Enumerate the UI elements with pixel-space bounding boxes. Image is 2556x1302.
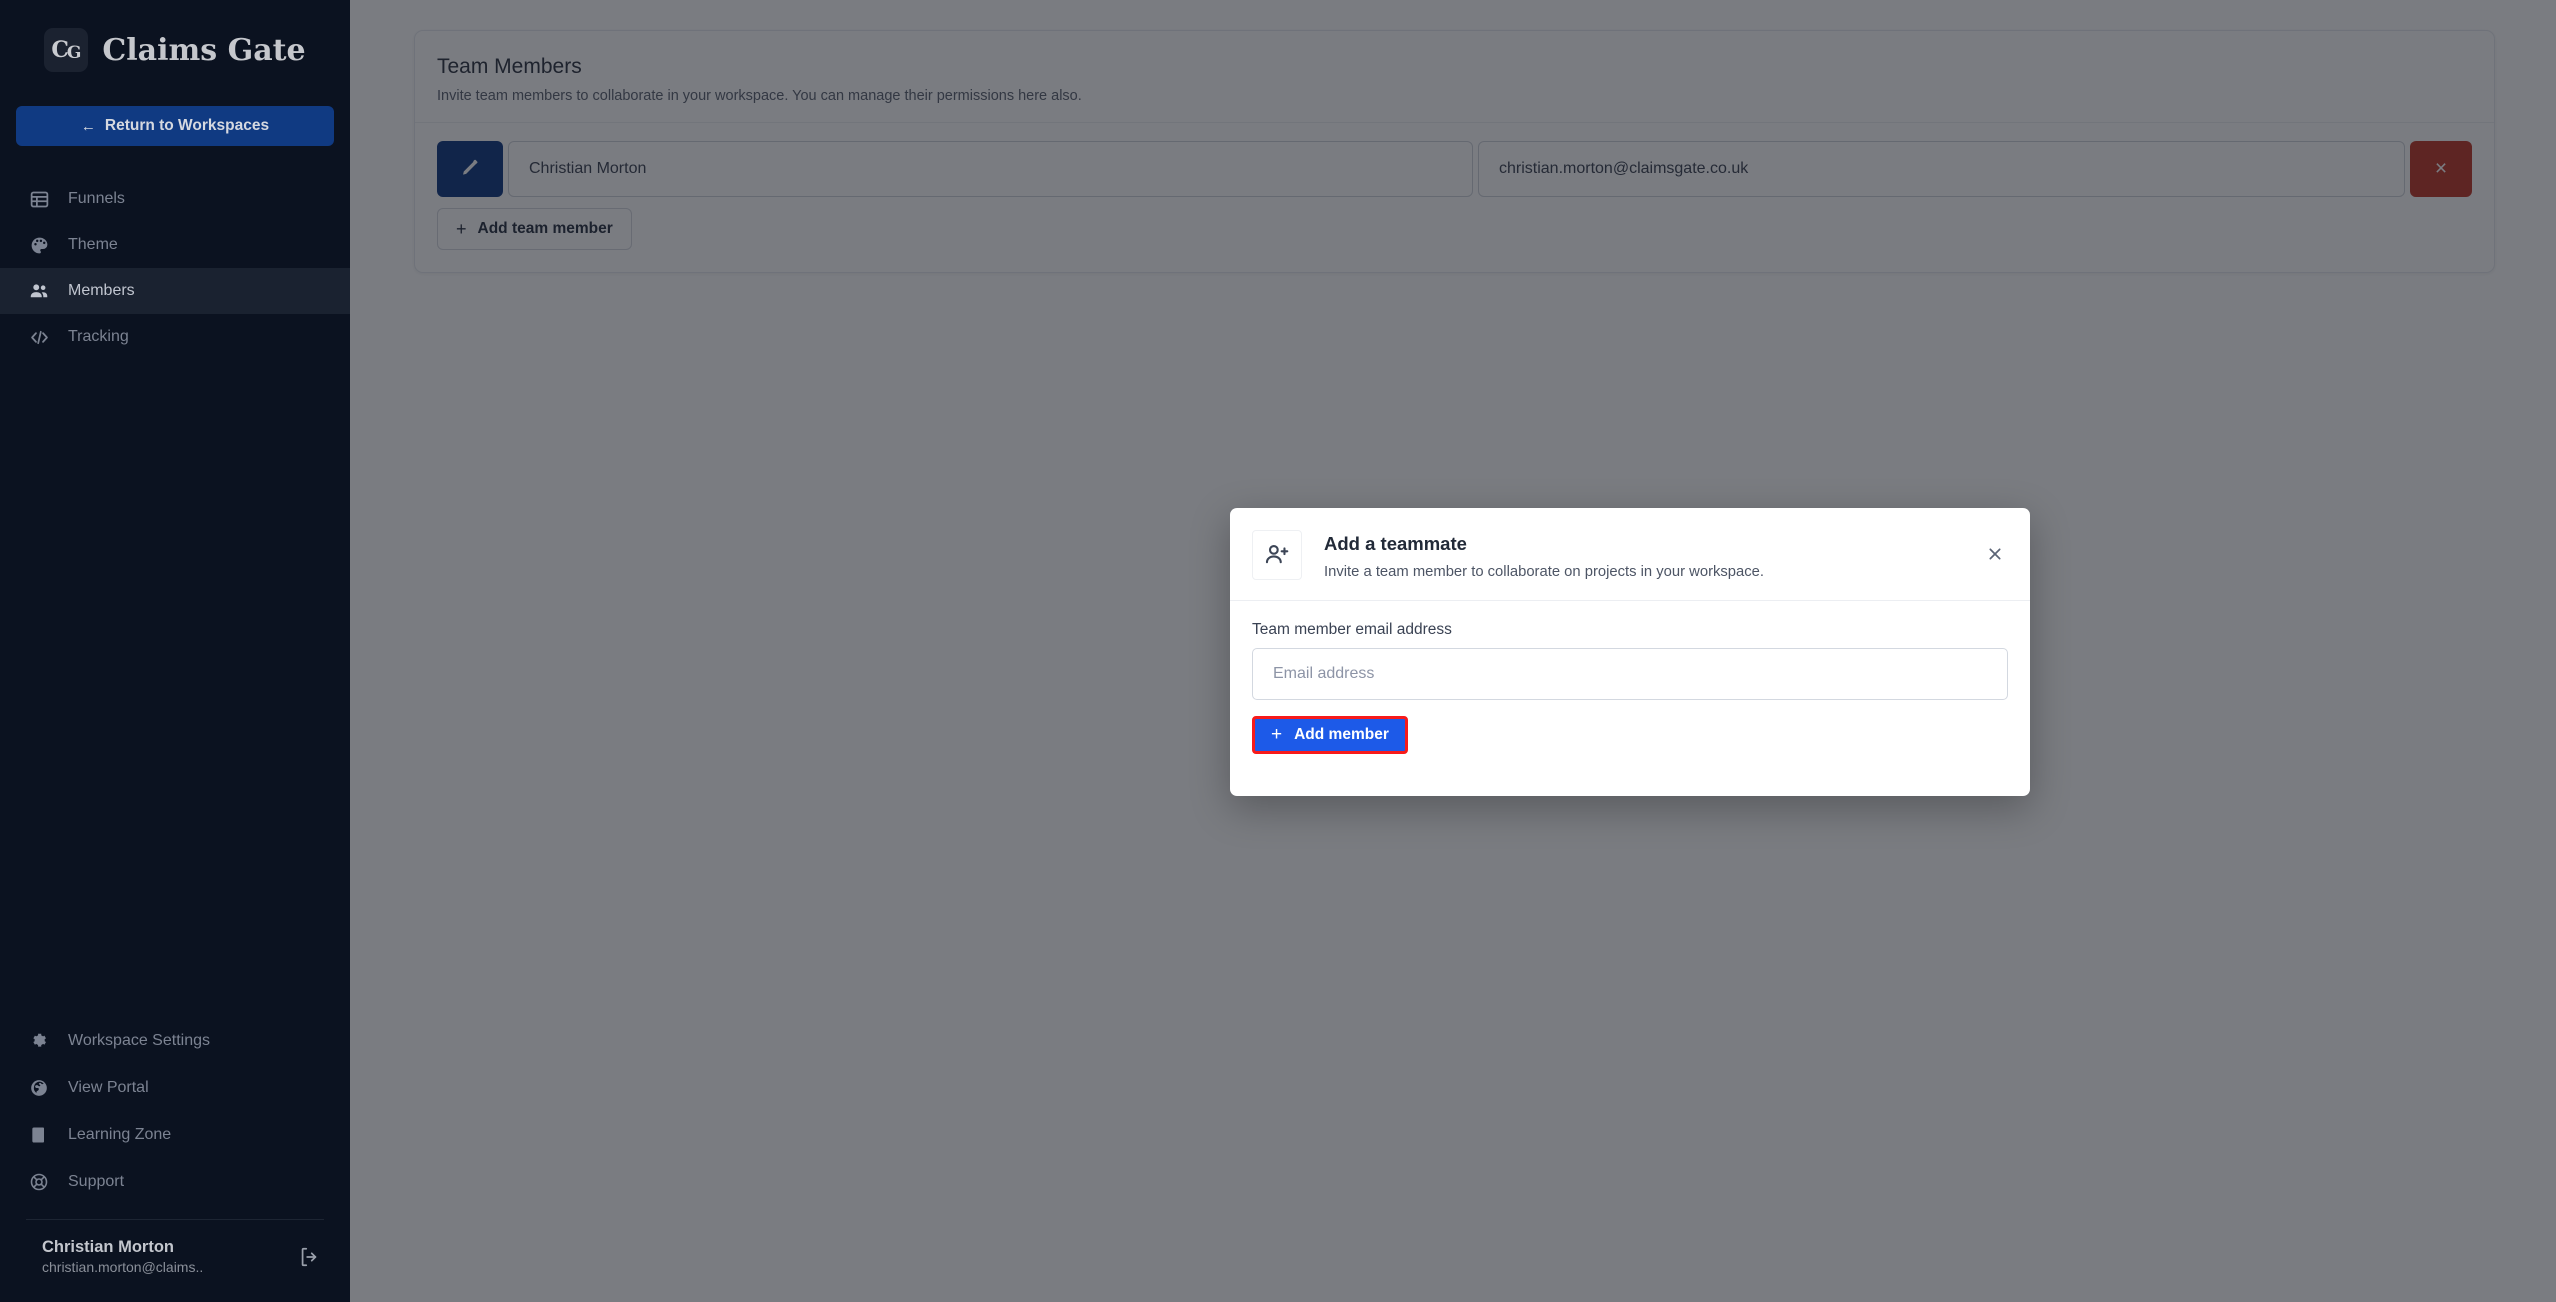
add-member-button[interactable]: + Add member — [1252, 716, 1408, 755]
return-to-workspaces-button[interactable]: ← Return to Workspaces — [16, 106, 334, 146]
secondary-nav: Workspace Settings View Portal Learning … — [0, 1017, 350, 1302]
email-field[interactable] — [1252, 648, 2008, 701]
email-field-label: Team member email address — [1252, 621, 1452, 639]
gear-icon — [28, 1030, 50, 1052]
modal-header: Add a teammate Invite a team member to c… — [1230, 508, 2030, 602]
sidebar-item-members[interactable]: Members — [0, 268, 350, 314]
sidebar-item-label: Tracking — [68, 328, 129, 345]
brand: CG Claims Gate — [0, 0, 350, 78]
modal-title: Add a teammate — [1324, 533, 1467, 554]
sidebar-item-label: Members — [68, 282, 135, 299]
logo-letter-primary: C — [51, 37, 68, 63]
sidebar-item-tracking[interactable]: Tracking — [0, 314, 350, 360]
arrow-left-icon: ← — [80, 117, 96, 135]
primary-nav: Funnels Theme Members Tracking — [0, 176, 350, 360]
table-icon — [28, 188, 50, 210]
book-icon — [28, 1124, 50, 1146]
logo-letter-secondary: G — [66, 43, 81, 63]
modal-description: Invite a team member to collaborate on p… — [1324, 564, 1765, 581]
sidebar-item-label: View Portal — [68, 1078, 149, 1096]
lifebuoy-icon — [28, 1171, 50, 1193]
sidebar-item-workspace-settings[interactable]: Workspace Settings — [0, 1017, 350, 1064]
people-icon — [28, 280, 50, 302]
sidebar-item-theme[interactable]: Theme — [0, 222, 350, 268]
user-email: christian.morton@claims.. — [42, 1259, 204, 1276]
code-icon — [28, 326, 50, 348]
user-info: Christian Morton christian.morton@claims… — [42, 1236, 203, 1278]
user-name: Christian Morton — [42, 1238, 174, 1257]
add-member-label: Add member — [1294, 726, 1389, 744]
sidebar-user-section: Christian Morton christian.morton@claims… — [0, 1220, 350, 1302]
main-content: Team Members Invite team members to coll… — [350, 0, 2556, 1302]
sidebar-item-label: Theme — [68, 236, 118, 253]
logo-icon: CG — [44, 28, 89, 72]
modal-actions: + Add member — [1230, 700, 2030, 774]
sidebar-item-label: Support — [68, 1172, 125, 1190]
palette-icon — [28, 234, 50, 256]
modal-body: Team member email address — [1230, 601, 2030, 701]
sidebar-item-funnels[interactable]: Funnels — [0, 176, 350, 222]
return-to-workspaces-label: Return to Workspaces — [104, 117, 270, 134]
sidebar-item-support[interactable]: Support — [0, 1158, 350, 1205]
close-icon[interactable] — [1982, 541, 2008, 567]
add-teammate-modal: Add a teammate Invite a team member to c… — [1230, 508, 2030, 796]
plus-icon: + — [1271, 724, 1283, 746]
sidebar-item-label: Learning Zone — [68, 1125, 172, 1143]
app-root: CG Claims Gate ← Return to Workspaces Fu… — [0, 0, 2556, 1302]
user-plus-icon — [1252, 530, 1302, 580]
logout-icon[interactable] — [298, 1246, 320, 1268]
brand-name: Claims Gate — [102, 32, 306, 68]
sidebar-item-view-portal[interactable]: View Portal — [0, 1064, 350, 1111]
sidebar: CG Claims Gate ← Return to Workspaces Fu… — [0, 0, 350, 1302]
globe-icon — [28, 1077, 50, 1099]
sidebar-item-label: Funnels — [68, 190, 125, 207]
sidebar-item-learning-zone[interactable]: Learning Zone — [0, 1111, 350, 1158]
modal-titles: Add a teammate Invite a team member to c… — [1324, 530, 1764, 580]
sidebar-item-label: Workspace Settings — [68, 1031, 210, 1049]
